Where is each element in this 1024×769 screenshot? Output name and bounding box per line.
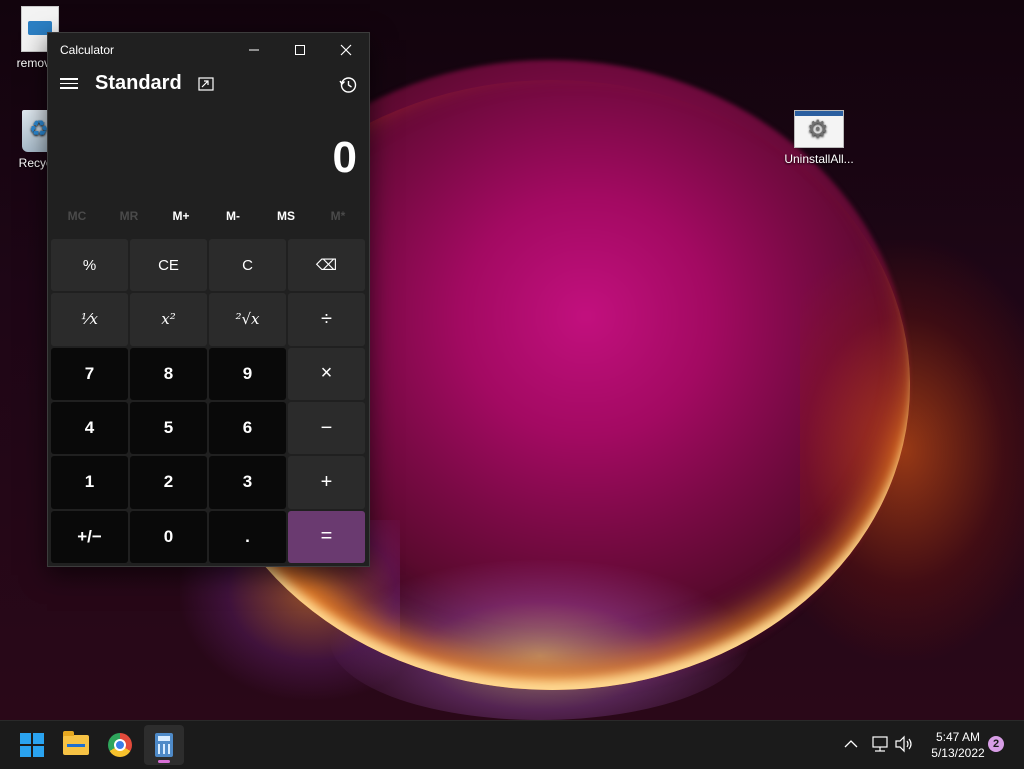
taskbar-calculator[interactable]: [144, 725, 184, 765]
percent-button[interactable]: %: [51, 239, 128, 292]
digit-3-button[interactable]: 3: [209, 456, 286, 509]
minimize-button[interactable]: [231, 33, 277, 67]
memory-row: MC MR M+ M- MS M*: [48, 209, 369, 233]
running-indicator: [158, 760, 170, 763]
digit-4-button[interactable]: 4: [51, 401, 128, 455]
desktop-icon-uninstallall[interactable]: UninstallAll...: [778, 110, 860, 166]
windows-logo-icon: [20, 733, 44, 757]
memory-add-button[interactable]: M+: [155, 209, 207, 223]
digit-1-button[interactable]: 1: [51, 456, 128, 509]
maximize-button[interactable]: [277, 33, 323, 67]
reciprocal-button[interactable]: ⅟x: [51, 293, 128, 346]
keep-on-top-icon[interactable]: [198, 77, 214, 91]
multiply-button[interactable]: ×: [288, 347, 365, 400]
setup-gear-icon: [794, 110, 844, 148]
subtract-button[interactable]: −: [288, 401, 365, 455]
taskbar-file-explorer[interactable]: [56, 725, 96, 765]
reciprocal-label: ⅟x: [81, 310, 98, 329]
maximize-icon: [295, 45, 305, 55]
result-display: 0: [332, 133, 357, 182]
negate-button[interactable]: +/−: [51, 510, 128, 563]
add-button[interactable]: +: [288, 456, 365, 509]
clock-date: 5/13/2022: [931, 746, 985, 760]
mode-title: Standard: [95, 72, 182, 94]
chrome-icon: [108, 733, 132, 757]
digit-5-button[interactable]: 5: [130, 401, 207, 455]
start-button[interactable]: [12, 725, 52, 765]
calculator-icon: [155, 733, 173, 757]
digit-7-button[interactable]: 7: [51, 347, 128, 400]
decimal-button[interactable]: .: [209, 510, 286, 563]
square-root-button[interactable]: ²√x: [209, 293, 286, 346]
memory-store-button[interactable]: MS: [260, 209, 312, 223]
digit-9-button[interactable]: 9: [209, 347, 286, 400]
calculator-header: Standard: [48, 67, 369, 103]
chevron-up-icon[interactable]: [844, 739, 858, 749]
square-label: x²: [161, 310, 176, 329]
desktop-icon-label: UninstallAll...: [784, 152, 854, 166]
notification-badge[interactable]: 2: [988, 736, 1004, 752]
title-bar[interactable]: Calculator: [48, 33, 369, 67]
memory-subtract-button[interactable]: M-: [207, 209, 259, 223]
window-title: Calculator: [60, 43, 115, 57]
clear-button[interactable]: C: [209, 239, 286, 292]
close-icon: [340, 44, 352, 56]
digit-2-button[interactable]: 2: [130, 456, 207, 509]
volume-icon[interactable]: [894, 735, 914, 753]
memory-clear-button[interactable]: MC: [51, 209, 103, 223]
menu-icon[interactable]: [60, 75, 78, 93]
memory-list-button[interactable]: M*: [312, 209, 364, 223]
clock-time: 5:47 AM: [935, 730, 981, 744]
backspace-button[interactable]: ⌫: [288, 239, 365, 292]
digit-6-button[interactable]: 6: [209, 401, 286, 455]
close-button[interactable]: [323, 33, 369, 67]
keypad: % CE C ⌫ ⅟x x² ²√x ÷ 7 8 9 × 4 5 6 − 1 2…: [51, 239, 365, 563]
minimize-icon: [249, 49, 259, 51]
calculator-window: Calculator Standard 0 MC MR M+ M- MS M*: [47, 32, 370, 567]
digit-0-button[interactable]: 0: [130, 510, 207, 563]
divide-button[interactable]: ÷: [288, 293, 365, 346]
network-icon[interactable]: [870, 735, 890, 753]
folder-icon: [63, 731, 89, 755]
clear-entry-button[interactable]: CE: [130, 239, 207, 292]
memory-recall-button[interactable]: MR: [103, 209, 155, 223]
taskbar-clock[interactable]: 5:47 AM 5/13/2022: [918, 729, 998, 761]
taskbar: 5:47 AM 5/13/2022: [0, 720, 1024, 769]
equals-button[interactable]: =: [288, 510, 365, 563]
square-root-label: ²√x: [235, 310, 260, 329]
digit-8-button[interactable]: 8: [130, 347, 207, 400]
taskbar-chrome[interactable]: [100, 725, 140, 765]
history-icon[interactable]: [338, 75, 358, 95]
square-button[interactable]: x²: [130, 293, 207, 346]
